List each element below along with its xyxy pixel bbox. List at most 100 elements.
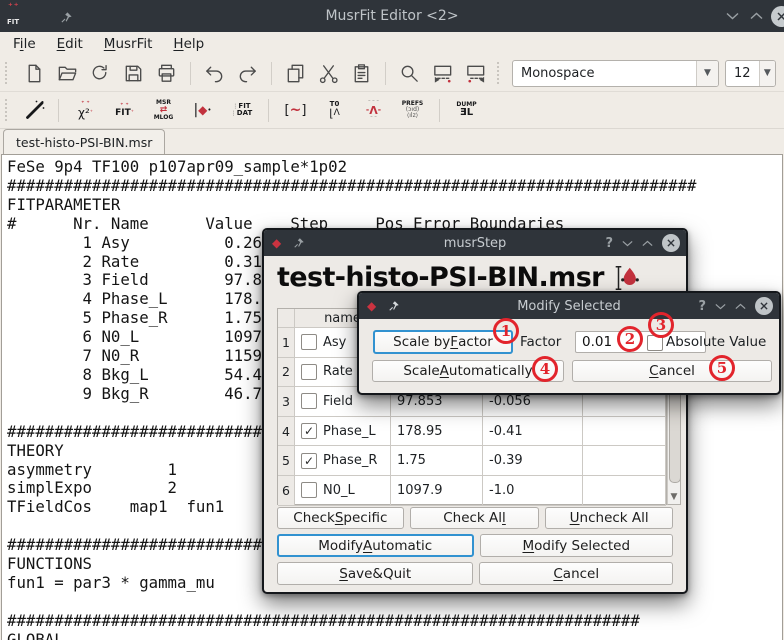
musrstep-app-icon: ◆ [272,237,281,249]
font-family-combobox[interactable]: Monospace ▼ [512,60,719,87]
pin-icon[interactable] [293,234,305,253]
help-button[interactable]: ? [698,299,706,314]
find-prev-icon[interactable] [462,60,489,87]
cancel-button[interactable]: Cancel [572,360,772,382]
absolute-value-label: Absolute Value [666,330,766,354]
param-checkbox[interactable] [301,364,317,380]
toolbar-handle[interactable] [5,62,11,84]
print-icon[interactable] [153,60,180,87]
msr2dat-icon[interactable]: ⋮FIT⋮DAT [225,95,258,125]
close-button[interactable] [755,297,773,315]
pin-icon[interactable] [60,9,73,28]
redo-icon[interactable] [234,60,261,87]
tab-test-histo-psi-bin[interactable]: test-histo-PSI-BIN.msr [3,129,165,154]
musrstep-titlebar[interactable]: ◆ musrStep ? [264,230,686,256]
paste-icon[interactable] [348,60,375,87]
menu-edit[interactable]: Edit [57,36,83,52]
chevron-down-icon[interactable]: ▼ [759,61,775,86]
chevron-down-icon[interactable]: ▼ [696,61,718,86]
msr2mlog-icon[interactable]: MSR⇄MLOG [147,95,180,125]
dialog-title: musrStep [444,236,507,251]
save-quit-button[interactable]: Save&Quit [277,562,473,585]
musrview-diamond-icon[interactable]: |◆• [186,95,219,125]
cancel-button[interactable]: Cancel [479,562,673,585]
close-button[interactable] [662,234,680,252]
param-checkbox[interactable]: ✓ [301,423,317,439]
font-family-value: Monospace [513,66,696,81]
toolbar-separator [439,99,440,122]
param-value-cell: 178.95 [391,417,483,447]
toolbar-separator [268,99,269,122]
musrview-plot-icon[interactable]: [~] [279,95,312,125]
musrfit-icon[interactable]: ⁺ ⁺FIT⁺ [108,95,141,125]
help-button[interactable]: ? [605,236,613,251]
tab-bar: test-histo-PSI-BIN.msr [0,129,784,154]
new-document-icon[interactable] [21,60,48,87]
param-checkbox[interactable] [301,334,317,350]
param-step-cell: -0.41 [483,417,583,447]
find-next-icon[interactable] [429,60,456,87]
toolbar-separator [271,62,272,85]
prefs-icon[interactable]: PREFS(ɔıd)⟨ılz⟩ [396,95,429,125]
window-title: MusrFit Editor <2> [325,8,458,24]
minimize-button[interactable] [726,0,739,32]
maximize-button[interactable] [750,0,763,32]
param-name-cell: ✓Phase_L [295,417,391,447]
font-size-value: 12 [726,66,759,81]
param-checkbox[interactable]: ✓ [301,453,317,469]
musrfit-toolbar: ⁺ ⁺χ²⁺⁺ ⁺FIT⁺MSR⇄MLOG|◆•⋮FIT⋮DAT [~]T0⌊Λ⁻… [0,92,784,129]
toolbar-separator [385,62,386,85]
modify-automatic-button[interactable]: Modify Automatic [277,534,474,557]
dialog-title: Modify Selected [517,299,621,314]
param-extra-cell [583,417,666,447]
minimize-button[interactable] [622,240,633,247]
undo-icon[interactable] [201,60,228,87]
factor-label: Factor [520,330,561,354]
check-specific-button[interactable]: Check Specific [277,507,404,529]
search-icon[interactable] [396,60,423,87]
copy-icon[interactable] [282,60,309,87]
reload-icon[interactable] [87,60,114,87]
window-titlebar: ⁺⁺ FIT MusrFit Editor <2> [0,0,784,32]
annotation-circle-2: 2 [617,326,643,352]
musrstep-app-icon: ◆ [367,300,376,312]
scrollbar-down-arrow[interactable]: ▼ [668,492,680,502]
toolbar-handle[interactable] [497,62,503,84]
param-checkbox[interactable] [301,482,317,498]
dump-icon[interactable]: DUMPEL [450,95,483,125]
scale-by-factor-button[interactable]: Scale by Factor [373,330,513,354]
row-header: 4 [278,417,295,447]
column-header[interactable] [278,309,295,328]
menu-file[interactable]: File [13,36,36,52]
param-step-cell: -1.0 [483,476,583,506]
toolbar-separator [58,99,59,122]
save-icon[interactable] [120,60,147,87]
open-folder-icon[interactable] [54,60,81,87]
t0-icon[interactable]: T0⌊Λ [318,95,351,125]
row-header: 6 [278,476,295,506]
maximize-button[interactable] [735,303,746,310]
close-button[interactable] [771,6,784,27]
font-size-combobox[interactable]: 12 ▼ [725,60,776,87]
annotation-circle-5: 5 [709,355,735,381]
uncheck-all-button[interactable]: Uncheck All [545,507,673,529]
calc-chisq-icon[interactable]: ⁺ ⁺χ²⁺ [69,95,102,125]
toolbar-handle[interactable] [5,99,11,121]
menu-help[interactable]: Help [173,36,204,52]
pin-icon[interactable] [388,297,400,316]
fourier-icon[interactable]: ⁻ ⁻ ⁻-Λ-⁻ ⁻ [357,95,390,125]
musrwiz-icon[interactable] [21,97,48,124]
param-extra-cell [583,476,666,506]
cut-icon[interactable] [315,60,342,87]
minimize-button[interactable] [715,303,726,310]
application-window: ⁺⁺ FIT MusrFit Editor <2> File Edit MusrFi… [0,0,784,640]
param-value-cell: 1.75 [391,446,483,476]
modify-selected-button[interactable]: Modify Selected [480,534,674,557]
menu-musrfit[interactable]: MusrFit [104,36,153,52]
annotation-circle-4: 4 [532,356,558,382]
modify-selected-titlebar[interactable]: ◆ Modify Selected ? [359,293,779,319]
maximize-button[interactable] [642,240,653,247]
param-checkbox[interactable] [301,393,317,409]
row-header: 5 [278,446,295,476]
check-all-button[interactable]: Check All [410,507,540,529]
